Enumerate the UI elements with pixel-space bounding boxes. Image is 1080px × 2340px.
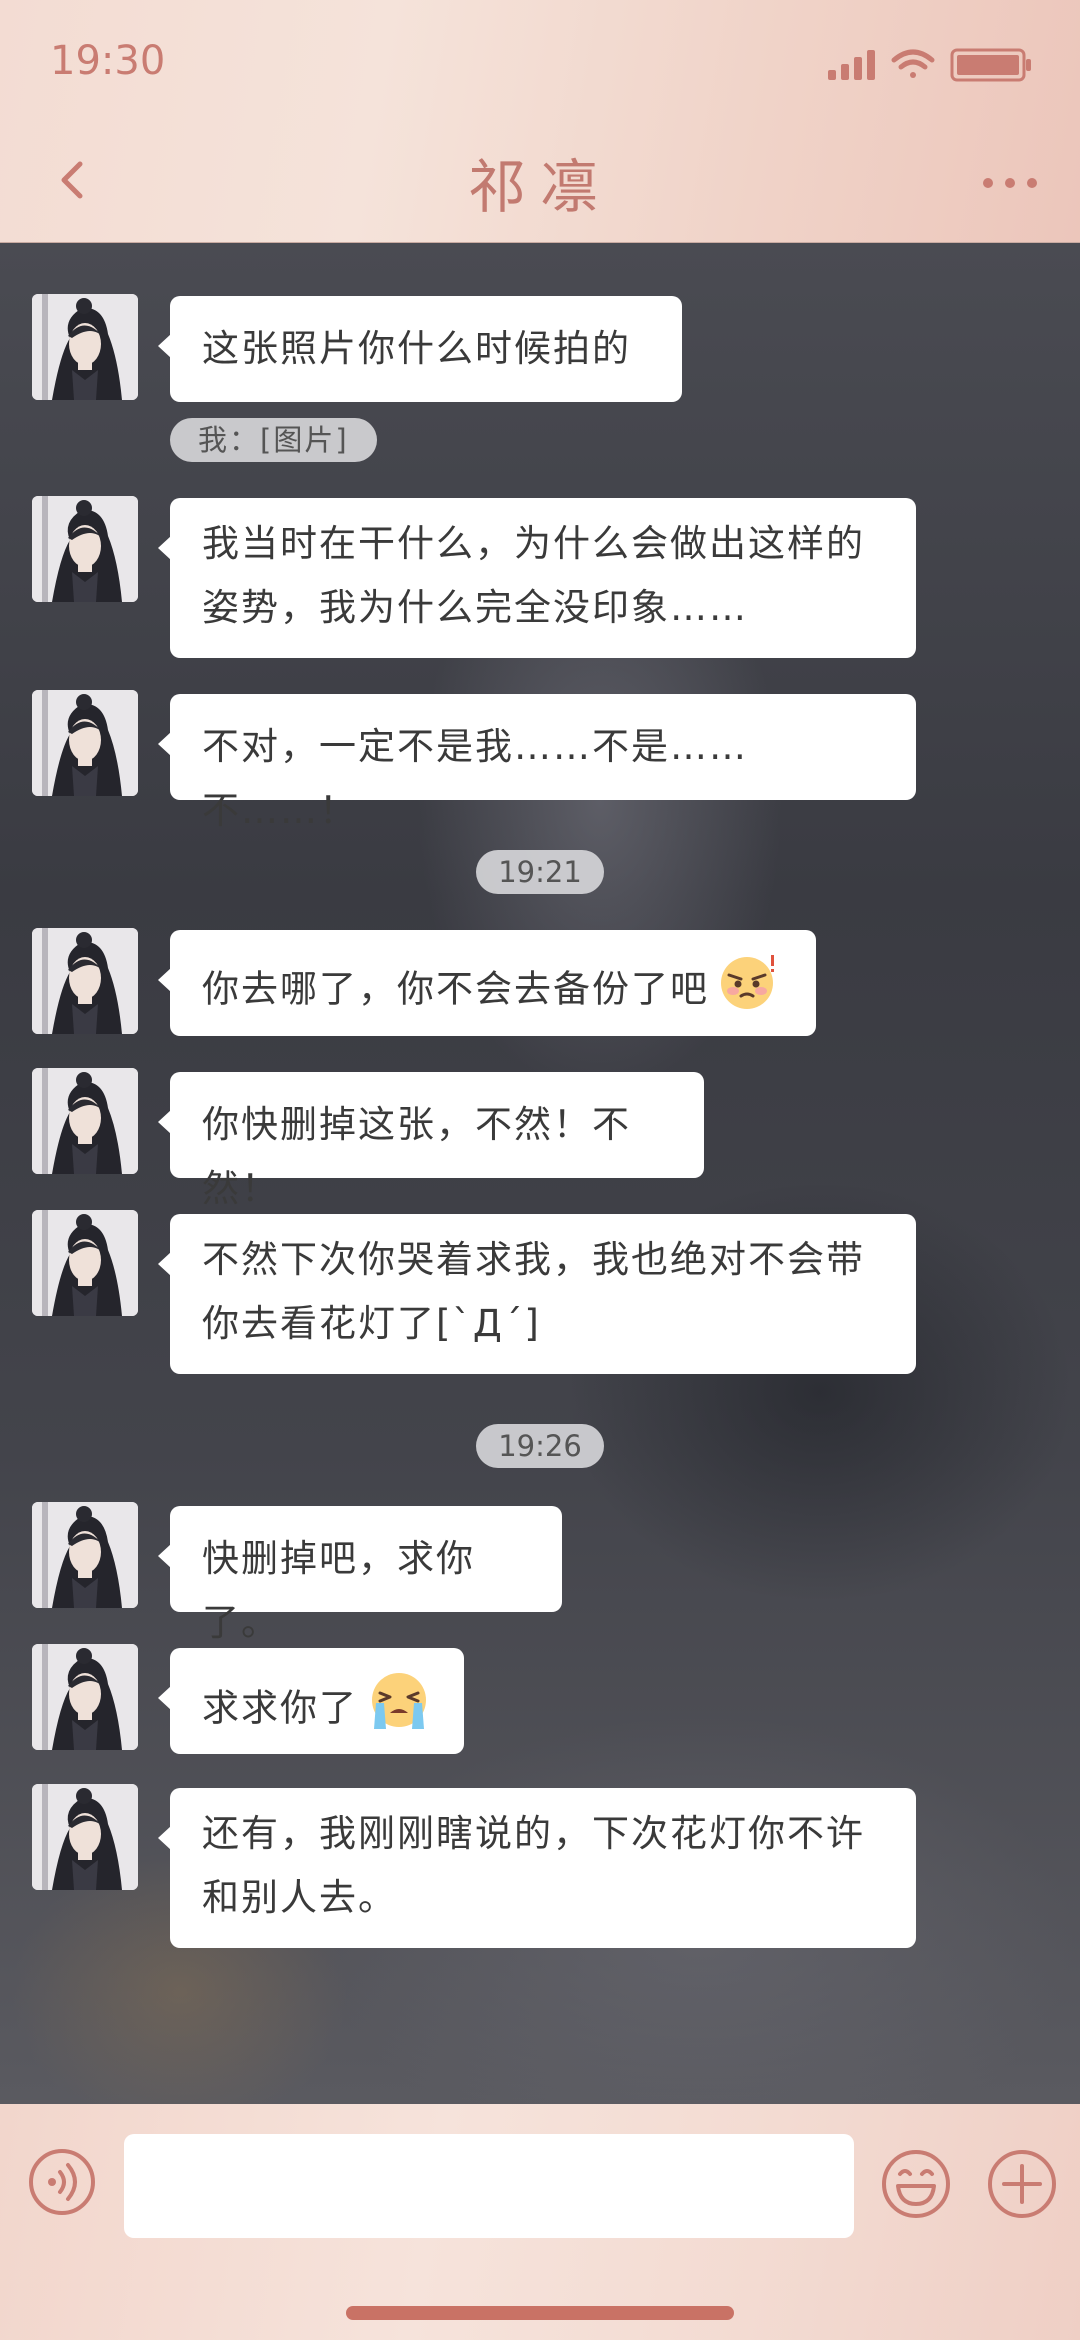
message-text: 姿势，我为什么完全没印象…… [202, 586, 748, 629]
avatar[interactable] [32, 496, 138, 602]
input-bar [0, 2104, 1080, 2340]
message-bubble[interactable]: 求求你了 [158, 1648, 464, 1754]
message-text: 还有，我刚刚瞎说的，下次花灯你不许 [202, 1812, 865, 1855]
voice-button[interactable] [28, 2148, 96, 2216]
smiley-icon [882, 2150, 950, 2218]
chat-title: 祁凛 [467, 153, 612, 221]
wifi-icon [891, 49, 935, 78]
message-bubble[interactable]: 快删掉吧，求你了。 [158, 1506, 562, 1644]
message-line: 求求你了 [202, 1669, 432, 1751]
emoji-button[interactable] [880, 2148, 952, 2220]
crying-face-emoji [368, 1669, 430, 1751]
message-text: 这张照片你什么时候拍的 [202, 327, 631, 370]
message-input[interactable] [124, 2134, 854, 2238]
message-text: 和别人去。 [202, 1876, 397, 1919]
status-time: 19:30 [50, 38, 166, 84]
quoted-reply[interactable]: 我：[图片] [170, 418, 377, 462]
message-text: 我当时在干什么，为什么会做出这样的 [202, 522, 865, 565]
message-line: 你去哪了，你不会去备份了吧 [202, 951, 784, 1031]
message-bubble[interactable]: 这张照片你什么时候拍的 [158, 296, 682, 402]
home-indicator [346, 2306, 734, 2320]
avatar[interactable] [32, 294, 138, 400]
message-text: 不对，一定不是我……不是……不……！ [202, 725, 748, 832]
avatar[interactable] [32, 690, 138, 796]
timestamp: 19:21 [476, 850, 604, 894]
message-text: 你去看花灯了[`Д´] [202, 1302, 541, 1345]
message-bubble[interactable]: 我当时在干什么，为什么会做出这样的 姿势，我为什么完全没印象…… [158, 498, 916, 658]
battery-icon [950, 48, 1031, 82]
plus-icon [988, 2150, 1056, 2218]
status-icons [828, 44, 1038, 84]
message-bubble[interactable]: 还有，我刚刚瞎说的，下次花灯你不许 和别人去。 [158, 1788, 916, 1948]
avatar[interactable] [32, 1784, 138, 1890]
message-text: 求求你了 [202, 1686, 358, 1730]
angry-face-emoji [719, 951, 779, 1031]
more-dots-icon [983, 178, 1037, 188]
chat-header: 19:30 祁凛 [0, 0, 1080, 243]
message-bubble[interactable]: 你去哪了，你不会去备份了吧 [158, 930, 816, 1036]
avatar[interactable] [32, 928, 138, 1034]
avatar[interactable] [32, 1210, 138, 1316]
more-button[interactable] [980, 168, 1040, 198]
message-text: 不然下次你哭着求我，我也绝对不会带 [202, 1238, 865, 1281]
voice-icon [29, 2149, 95, 2215]
message-bubble[interactable]: 你快删掉这张，不然！不然！ [158, 1072, 704, 1210]
message-bubble[interactable]: 不对，一定不是我……不是……不……！ [158, 694, 916, 832]
message-text: 快删掉吧，求你了。 [202, 1537, 475, 1644]
signal-icon [828, 50, 875, 80]
message-text: 你去哪了，你不会去备份了吧 [202, 967, 709, 1011]
message-bubble[interactable]: 不然下次你哭着求我，我也绝对不会带 你去看花灯了[`Д´] [158, 1214, 916, 1374]
avatar[interactable] [32, 1068, 138, 1174]
chat-area[interactable]: 这张照片你什么时候拍的 我：[图片] 我当时在干什么，为什么会做出这样的 姿势，… [0, 242, 1080, 2104]
avatar[interactable] [32, 1644, 138, 1750]
message-text: 你快删掉这张，不然！不然！ [202, 1103, 631, 1210]
plus-button[interactable] [986, 2148, 1058, 2220]
avatar[interactable] [32, 1502, 138, 1608]
timestamp: 19:26 [476, 1424, 604, 1468]
